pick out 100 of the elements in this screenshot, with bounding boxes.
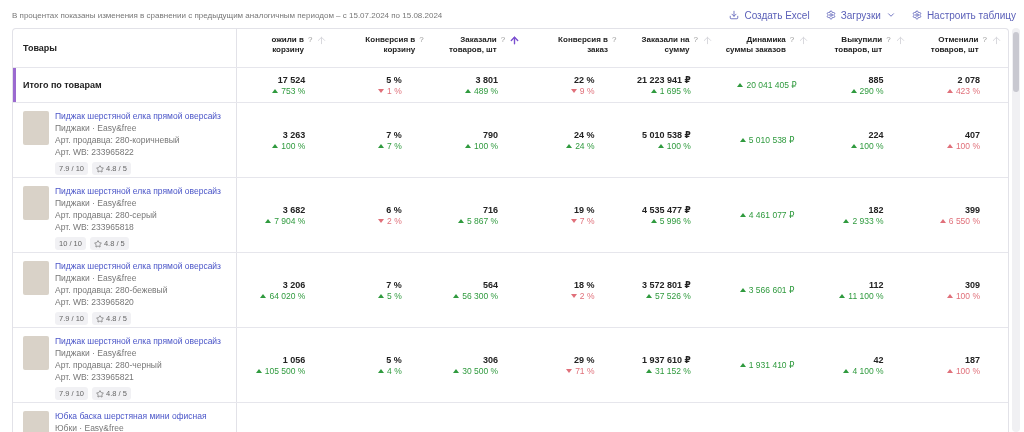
change-value: 1 % [378,85,402,96]
change-value: 1 695 % [650,85,691,96]
change-value: 64 020 % [260,290,306,301]
change-value: 100 % [657,140,691,151]
triangle-up-icon [650,218,657,223]
column-heading: Конверсия в заказ [557,35,609,55]
star-icon [96,314,105,323]
sort-arrow-icon[interactable] [509,35,521,46]
star-icon [96,389,105,398]
metric-value: 18 % [574,279,595,290]
triangle-up-icon [645,293,652,298]
help-mark[interactable]: ? [982,35,987,44]
metric-value: 5 % [386,354,402,365]
change-value: 11 100 % [839,290,884,301]
triangle-down-icon [566,368,573,373]
metric-value: 885 [868,74,884,85]
triangle-up-icon [265,218,272,223]
metric-value: 24 % [574,129,595,140]
product-link[interactable]: Пиджак шерстяной елка прямой оверсайз [55,186,221,196]
wb-article: Арт. WB: 233965818 [55,222,135,232]
triangle-up-icon [378,293,385,298]
change-value: 4 461 077 ₽ [739,210,795,220]
change-value: 57 526 % [645,290,691,301]
change-value: 7 904 % [265,215,306,226]
change-value: 2 % [570,290,595,301]
product-category: Юбки · Easy&free [55,423,125,432]
help-mark[interactable]: ? [693,35,698,44]
product-link[interactable]: Юбка баска шерстяная мини офисная [55,411,207,421]
product-link[interactable]: Пиджак шерстяной елка прямой оверсайз [55,111,221,121]
triangle-up-icon [850,143,857,148]
help-mark[interactable]: ? [419,35,424,44]
triangle-up-icon [946,293,953,298]
change-value: 100 % [465,140,499,151]
triangle-up-icon [739,213,746,217]
metric-value: 187 [964,354,980,365]
triangle-up-icon [566,143,573,148]
star-icon [93,239,102,248]
triangle-up-icon [378,368,385,373]
change-value: 105 500 % [255,365,306,376]
help-mark[interactable]: ? [307,35,313,44]
metric-value: 7 % [386,279,402,290]
wb-article: Арт. WB: 233965820 [55,297,135,307]
photo-placeholder [23,261,49,295]
triangle-down-icon [378,218,385,223]
change-value: 489 % [465,85,499,96]
triangle-up-icon [650,88,657,93]
metric-value: 21 223 941 ₽ [637,74,691,85]
photo-placeholder [23,186,49,220]
triangle-up-icon [378,143,385,148]
triangle-up-icon [739,288,746,292]
change-value: 5 996 % [650,215,691,226]
toolbar-link[interactable]: Создать Excel [729,9,810,21]
triangle-up-icon [657,143,664,148]
product-category: Пиджаки · Easy&free [55,198,138,208]
change-value: 31 152 % [645,365,691,376]
seller-article: Арт. продавца: 280-черный [55,360,163,370]
triangle-up-icon [453,368,460,373]
metric-value: 1 937 610 ₽ [642,354,691,365]
toolbar-link[interactable]: Загрузки [825,9,896,21]
help-mark[interactable]: ? [886,35,891,44]
change-value: 6 550 % [939,215,980,226]
metric-value: 716 [483,204,499,215]
change-value: 100 % [850,140,884,151]
scrollbar[interactable] [1012,28,1020,432]
settings-icon [825,10,836,20]
metric-value: 3 682 [282,204,306,215]
triangle-down-icon [378,88,385,93]
change-value: 753 % [272,85,306,96]
triangle-up-icon [465,143,471,148]
triangle-down-icon [570,88,577,93]
column-heading: ожили в корзину [270,35,304,55]
change-value: 423 % [946,85,980,96]
help-mark[interactable]: ? [789,35,795,44]
product-link[interactable]: Пиджак шерстяной елка прямой оверсайз [55,261,221,271]
metric-value: 22 % [574,74,595,85]
metric-value: 5 % [386,74,402,85]
change-value: 100 % [946,140,980,151]
change-value: 2 933 % [843,215,884,226]
metric-value: 564 [483,279,499,290]
triangle-up-icon [839,293,846,298]
triangle-up-icon [465,88,471,93]
change-value: 24 % [566,140,595,151]
metric-value: 306 [483,354,499,365]
metric-value: 182 [868,204,884,215]
help-mark[interactable]: ? [612,35,617,44]
toolbar-link[interactable]: Настроить таблицу [911,9,1016,21]
triangle-up-icon [453,293,460,298]
total-label: Итого по товарам [23,80,102,90]
triangle-up-icon [645,368,652,373]
product-link[interactable]: Пиджак шерстяной елка прямой оверсайз [55,336,221,346]
product-category: Пиджаки · Easy&free [55,273,138,283]
change-value: 9 % [570,85,595,96]
column-heading: Товары [23,43,58,53]
help-mark[interactable]: ? [500,35,506,44]
triangle-up-icon [272,143,279,148]
metric-value: 42 [873,354,884,365]
triangle-up-icon [260,293,267,298]
triangle-up-icon [739,363,746,367]
change-value: 100 % [272,140,306,151]
triangle-up-icon [946,143,953,148]
